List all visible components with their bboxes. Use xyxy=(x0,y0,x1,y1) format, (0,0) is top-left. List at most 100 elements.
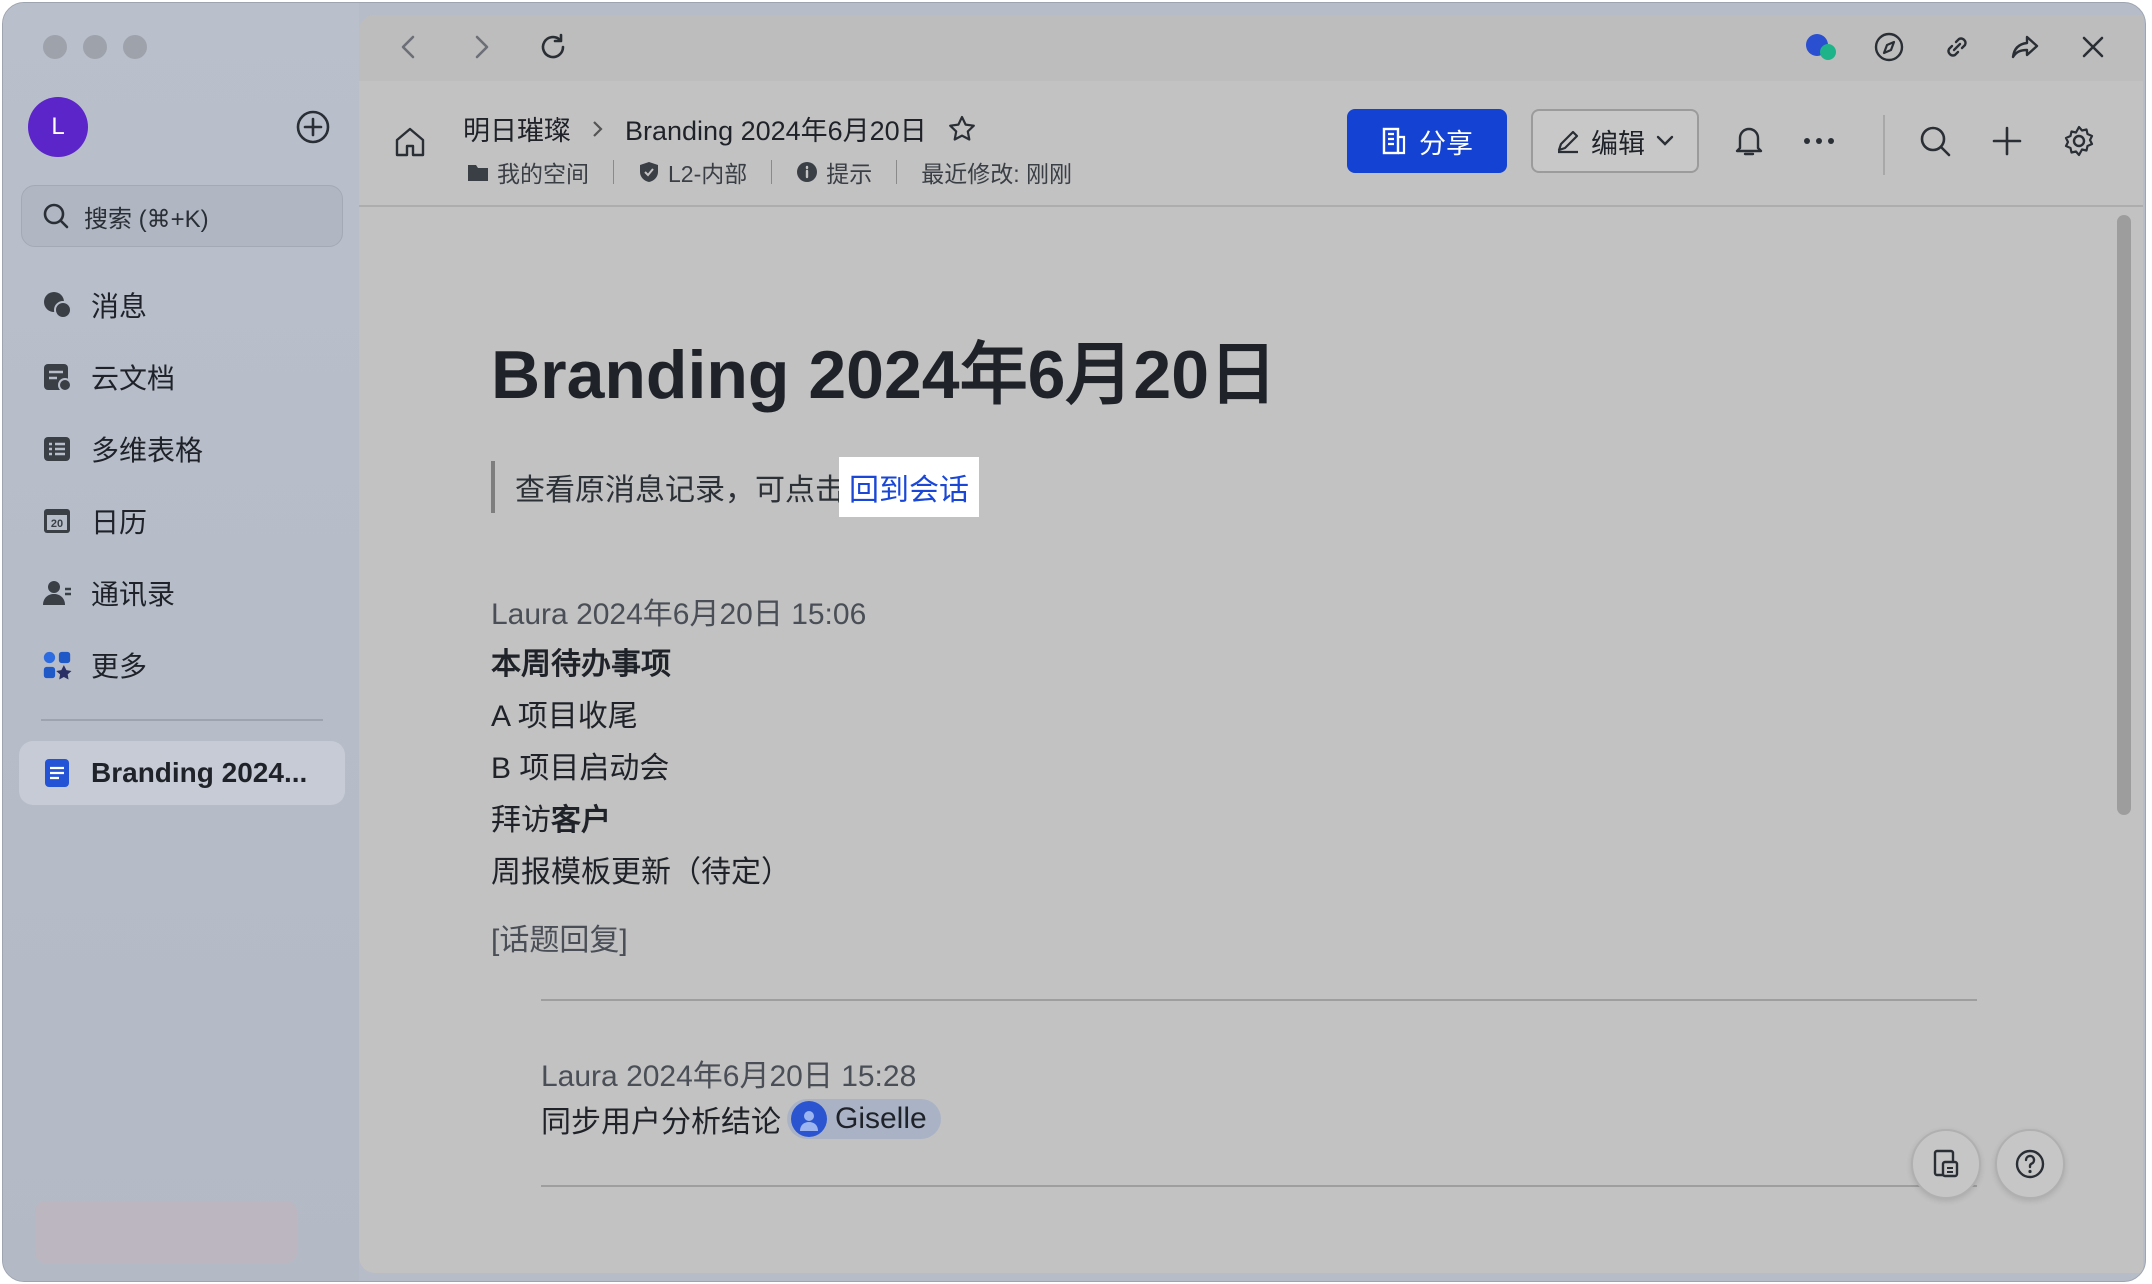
breadcrumb: 明日璀璨 Branding 2024年6月20日 xyxy=(463,109,977,148)
svg-text:20: 20 xyxy=(51,518,63,530)
forward-share-button[interactable] xyxy=(2005,27,2045,67)
recent-doc-label: Branding 2024... xyxy=(91,757,308,788)
sidebar-item-base[interactable]: 多维表格 xyxy=(21,413,343,485)
create-button[interactable] xyxy=(293,107,333,147)
shield-check-icon xyxy=(640,162,658,182)
browser-toolbar xyxy=(359,15,2143,81)
breadcrumb-workspace[interactable]: 明日璀璨 xyxy=(463,109,571,148)
reply-header: Laura 2024年6月20日 15:28 xyxy=(541,1060,917,1093)
table-icon xyxy=(41,433,73,465)
notification-button[interactable] xyxy=(1729,121,1769,161)
reload-button[interactable] xyxy=(533,27,573,67)
close-tab-button[interactable] xyxy=(2073,27,2113,67)
sidebar: L 搜索 (⌘+K) 消息 云文档 多维表格 20 日历 通讯录 更多 Bran… xyxy=(3,3,359,1281)
sidebar-item-label: 多维表格 xyxy=(91,435,204,466)
doc-meta: 我的空间 L2-内部 提示 最近修改: 刚刚 xyxy=(467,155,1072,189)
back-to-chat-link[interactable]: 回到会话 xyxy=(839,457,979,517)
search-icon xyxy=(1920,126,1951,157)
meta-location[interactable]: 我的空间 xyxy=(467,155,589,189)
sidebar-item-label: 云文档 xyxy=(91,363,176,394)
mention-chip[interactable]: Giselle xyxy=(787,1099,941,1139)
share-button[interactable]: 分享 xyxy=(1347,109,1507,173)
meta-last-modified: 最近修改: 刚刚 xyxy=(921,161,1073,187)
breadcrumb-doc-name: Branding 2024年6月20日 xyxy=(625,116,927,146)
new-button[interactable] xyxy=(1987,121,2027,161)
close-window-button[interactable] xyxy=(43,35,67,59)
sidebar-nav: 消息 云文档 多维表格 20 日历 通讯录 更多 xyxy=(21,269,343,701)
copy-link-button[interactable] xyxy=(1937,27,1977,67)
scrollbar[interactable] xyxy=(2117,215,2131,815)
forward-button[interactable] xyxy=(461,27,501,67)
minimize-window-button[interactable] xyxy=(83,35,107,59)
avatar[interactable]: L xyxy=(28,97,88,157)
chevron-left-icon xyxy=(401,35,415,59)
maximize-window-button[interactable] xyxy=(123,35,147,59)
home-button[interactable] xyxy=(393,125,427,164)
share-arrow-icon xyxy=(2011,35,2039,59)
info-icon xyxy=(797,162,818,182)
list-item: 拜访客户 xyxy=(491,804,611,837)
share-label: 分享 xyxy=(1419,128,1473,159)
reply-text: 同步用户分析结论 Giselle xyxy=(541,1097,941,1141)
help-button[interactable] xyxy=(1995,1129,2065,1199)
list-item: 周报模板更新（待定） xyxy=(491,856,791,889)
bell-icon xyxy=(1735,127,1763,156)
back-button[interactable] xyxy=(389,27,429,67)
blurred-status-area xyxy=(35,1201,297,1263)
meta-hint[interactable]: 提示 xyxy=(796,155,872,189)
todo-heading: 本周待办事项 xyxy=(491,648,671,681)
settings-button[interactable] xyxy=(2059,121,2099,161)
sidebar-item-label: 通讯录 xyxy=(91,579,176,610)
plus-circle-icon xyxy=(296,110,330,144)
search-input[interactable]: 搜索 (⌘+K) xyxy=(21,185,343,247)
outline-button[interactable] xyxy=(1911,1129,1981,1199)
sidebar-item-label: 更多 xyxy=(91,651,148,682)
chevron-down-icon xyxy=(1656,135,1674,146)
avatar-letter: L xyxy=(51,113,65,140)
reply-divider-bottom xyxy=(541,1185,1977,1187)
star-icon[interactable] xyxy=(947,114,977,144)
meta-security[interactable]: L2-内部 xyxy=(638,155,747,189)
plus-icon xyxy=(1992,126,2022,156)
doc-search-button[interactable] xyxy=(1915,121,1955,161)
search-icon xyxy=(43,203,69,229)
search-placeholder: 搜索 (⌘+K) xyxy=(84,205,209,233)
sidebar-item-messages[interactable]: 消息 xyxy=(21,269,343,341)
quote-text: 查看原消息记录，可点击 xyxy=(515,474,845,507)
cloud-doc-icon xyxy=(41,361,73,393)
quote-block: 查看原消息记录，可点击 回到会话 xyxy=(491,457,979,517)
ai-assistant-icon xyxy=(1806,34,1836,60)
sidebar-item-calendar[interactable]: 20 日历 xyxy=(21,485,343,557)
apps-grid-icon xyxy=(41,649,73,681)
app-window: L 搜索 (⌘+K) 消息 云文档 多维表格 20 日历 通讯录 更多 Bran… xyxy=(2,2,2146,1282)
mention-name: Giselle xyxy=(835,1102,927,1135)
building-icon xyxy=(1382,127,1406,155)
sidebar-item-more[interactable]: 更多 xyxy=(21,629,343,701)
chevron-right-icon xyxy=(593,120,603,137)
doc-header: 明日璀璨 Branding 2024年6月20日 我的空间 L2-内部 提示 最… xyxy=(359,81,2143,207)
folder-icon xyxy=(468,165,488,181)
message-header: Laura 2024年6月20日 15:06 xyxy=(491,598,867,631)
topic-reply-label: [话题回复] xyxy=(491,924,628,957)
close-icon xyxy=(2082,36,2104,58)
chevron-right-icon xyxy=(475,35,489,59)
main-pane: 明日璀璨 Branding 2024年6月20日 我的空间 L2-内部 提示 最… xyxy=(359,15,2143,1273)
sidebar-item-contacts[interactable]: 通讯录 xyxy=(21,557,343,629)
edit-label: 编辑 xyxy=(1591,128,1645,159)
edit-mode-dropdown[interactable]: 编辑 xyxy=(1531,109,1699,173)
contacts-icon xyxy=(41,577,73,609)
ai-assistant-button[interactable] xyxy=(1801,27,1841,67)
compass-icon xyxy=(1874,32,1904,62)
document-icon xyxy=(45,759,69,787)
gear-icon xyxy=(2064,125,2094,157)
more-options-button[interactable] xyxy=(1799,121,1839,161)
doc-outline-icon xyxy=(1933,1149,1959,1178)
chat-bubbles-icon xyxy=(41,289,73,321)
list-item: A 项目收尾 xyxy=(491,700,638,733)
compass-button[interactable] xyxy=(1869,27,1909,67)
sidebar-recent-doc[interactable]: Branding 2024... xyxy=(19,741,345,805)
sidebar-item-label: 消息 xyxy=(91,291,148,322)
sidebar-divider xyxy=(41,719,323,721)
sidebar-item-docs[interactable]: 云文档 xyxy=(21,341,343,413)
sidebar-item-label: 日历 xyxy=(91,507,148,538)
